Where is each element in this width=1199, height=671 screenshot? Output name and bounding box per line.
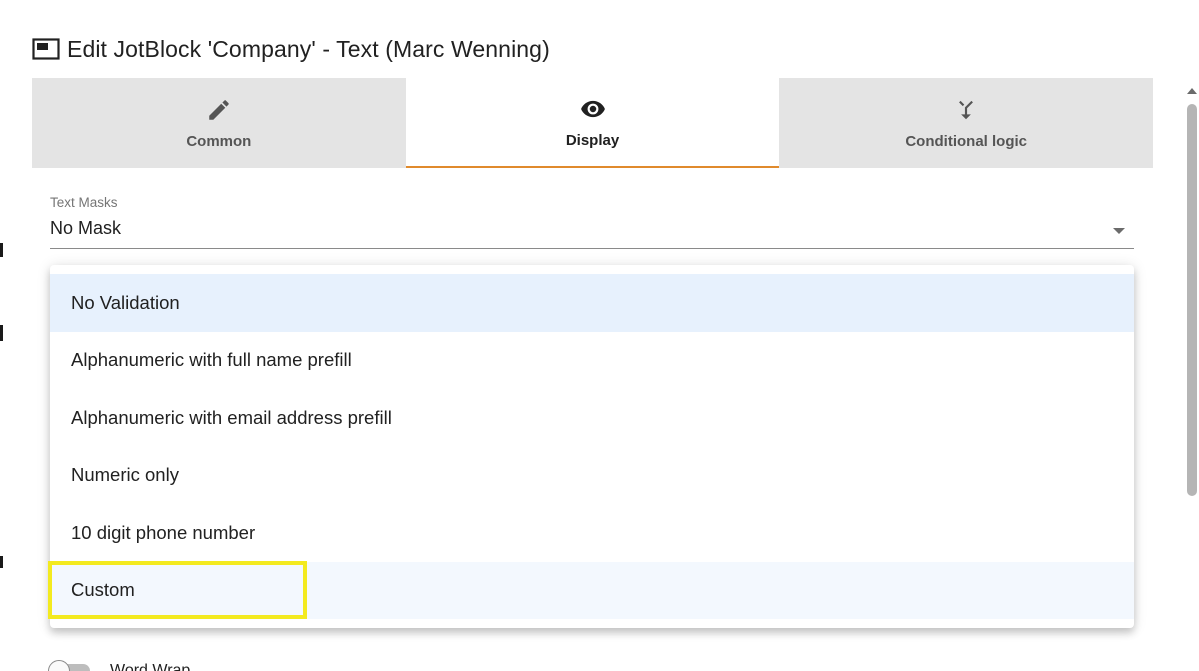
tab-display-label: Display <box>565 131 620 149</box>
menu-item-alphanumeric-full-name[interactable]: Alphanumeric with full name prefill <box>50 332 1134 390</box>
merge-arrows-icon <box>959 100 974 119</box>
chevron-down-icon <box>1113 228 1125 234</box>
scrollbar[interactable] <box>1184 86 1199 671</box>
dialog-title: Edit JotBlock 'Company' - Text (Marc Wen… <box>32 33 550 65</box>
pencil-icon <box>209 99 229 120</box>
menu-item-no-validation[interactable]: No Validation <box>50 274 1134 332</box>
toggle-knob <box>48 660 70 671</box>
background-edge <box>0 325 3 341</box>
menu-item-numeric-only[interactable]: Numeric only <box>50 447 1134 505</box>
dialog-title-text: Edit JotBlock 'Company' - Text (Marc Wen… <box>67 35 550 62</box>
eye-icon <box>580 100 605 117</box>
tab-common-label: Common <box>186 132 252 150</box>
tab-display[interactable]: Display <box>405 78 780 168</box>
tab-common[interactable]: Common <box>32 78 406 168</box>
tab-bar: Common Display Conditional logic <box>32 78 1154 168</box>
picture-in-picture-icon <box>32 38 60 60</box>
validation-dropdown-menu: No Validation Alphanumeric with full nam… <box>50 265 1134 628</box>
scroll-up-icon[interactable] <box>1187 88 1197 94</box>
background-edge <box>0 556 3 568</box>
text-masks-select[interactable]: Text Masks No Mask <box>50 192 1134 249</box>
tab-conditional-logic[interactable]: Conditional logic <box>779 78 1154 168</box>
word-wrap-label: Word Wrap <box>110 662 191 671</box>
text-masks-value: No Mask <box>50 218 122 238</box>
menu-item-phone-number[interactable]: 10 digit phone number <box>50 504 1134 562</box>
background-edge <box>0 243 3 257</box>
edit-jotblock-dialog: Edit JotBlock 'Company' - Text (Marc Wen… <box>0 0 1199 671</box>
tab-conditional-logic-label: Conditional logic <box>905 132 1027 150</box>
scrollbar-thumb[interactable] <box>1187 104 1197 496</box>
text-masks-label: Text Masks <box>50 195 118 210</box>
menu-item-alphanumeric-email[interactable]: Alphanumeric with email address prefill <box>50 389 1134 447</box>
word-wrap-toggle[interactable] <box>48 660 94 671</box>
menu-item-custom[interactable]: Custom <box>50 561 1134 619</box>
